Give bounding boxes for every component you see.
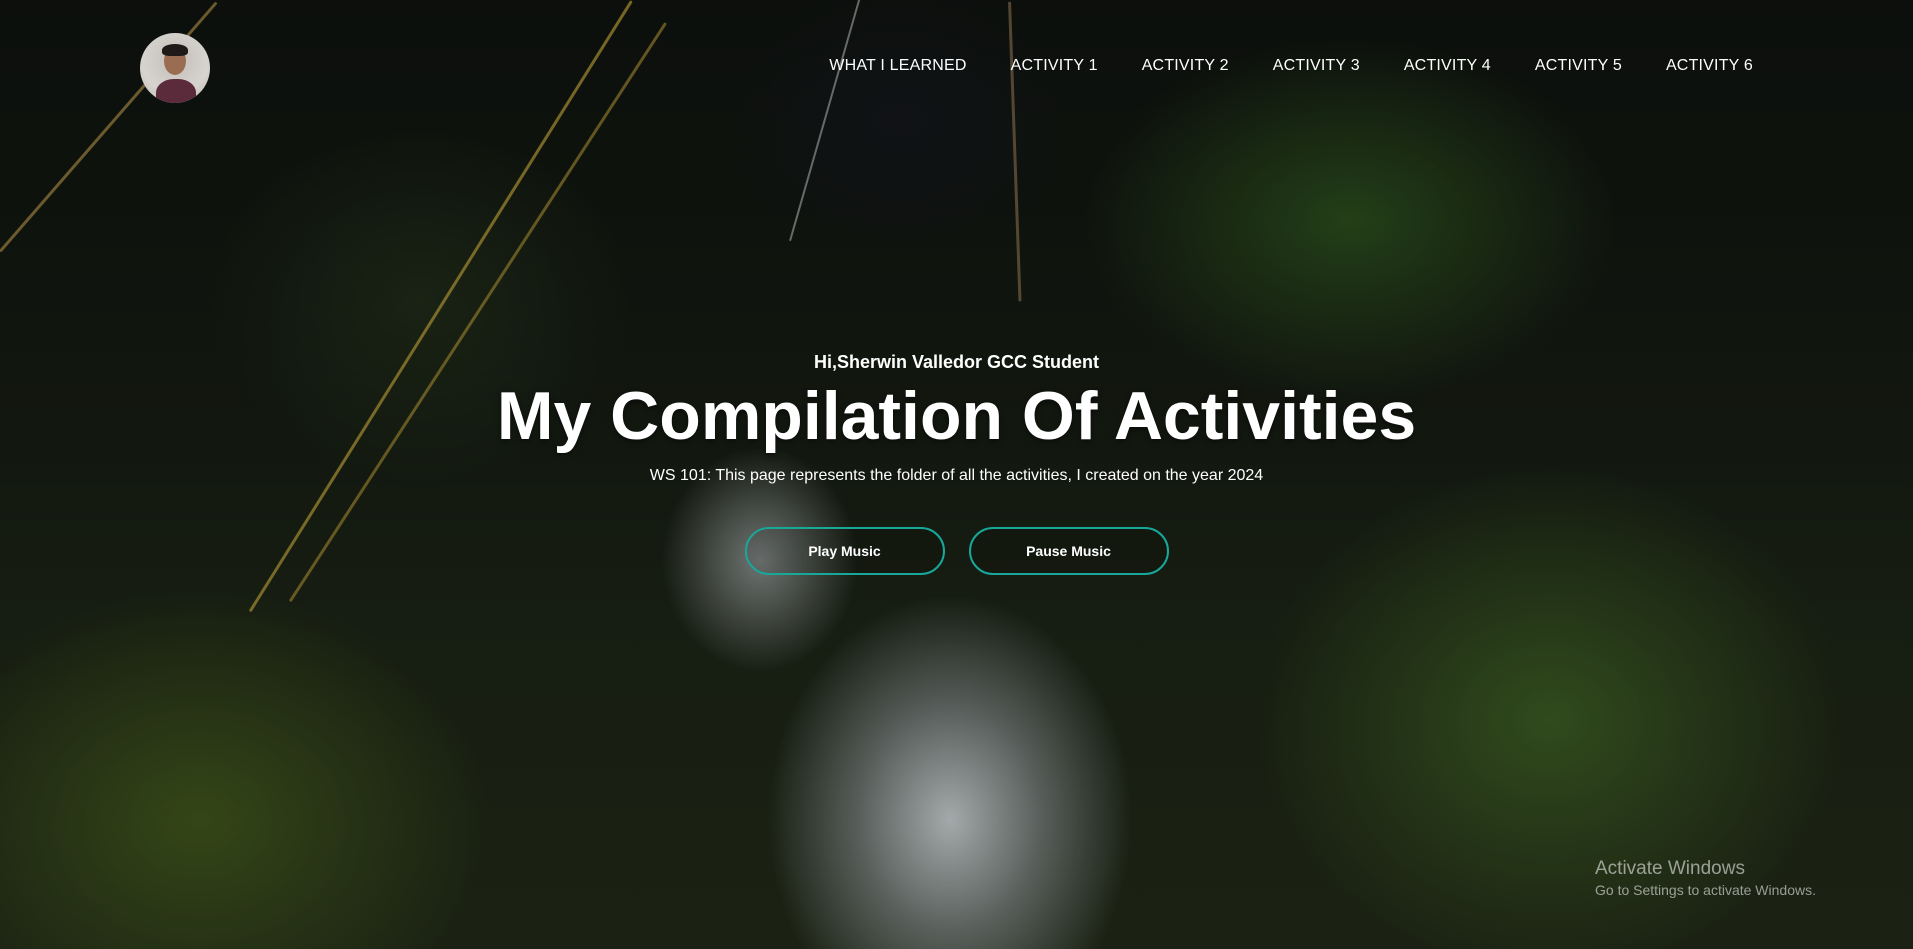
pause-music-button[interactable]: Pause Music <box>968 527 1169 575</box>
nav-activity-4[interactable]: ACTIVITY 4 <box>1404 57 1491 75</box>
nav-activity-1[interactable]: ACTIVITY 1 <box>1011 57 1098 75</box>
main-nav: WHAT I LEARNED ACTIVITY 1 ACTIVITY 2 ACT… <box>829 57 1753 75</box>
greeting-text: Hi,Sherwin Valledor GCC Student <box>813 352 1100 372</box>
nav-activity-3[interactable]: ACTIVITY 3 <box>1273 57 1360 75</box>
avatar-hair <box>162 44 188 56</box>
page-title: My Compilation Of Activities <box>496 378 1417 454</box>
avatar-shirt <box>156 79 196 103</box>
watermark-title: Activate Windows <box>1595 858 1745 879</box>
page-subtitle: WS 101: This page represents the folder … <box>649 467 1264 484</box>
nav-activity-2[interactable]: ACTIVITY 2 <box>1142 57 1229 75</box>
hero-section: Hi,Sherwin Valledor GCC Student My Compi… <box>0 350 1913 575</box>
windows-activation-watermark: Activate Windows Go to Settings to activ… <box>1595 858 1816 900</box>
watermark-subtitle: Go to Settings to activate Windows. <box>1595 882 1816 898</box>
nav-activity-6[interactable]: ACTIVITY 6 <box>1666 57 1753 75</box>
background-video: WHAT I LEARNED ACTIVITY 1 ACTIVITY 2 ACT… <box>0 0 1913 949</box>
play-music-button[interactable]: Play Music <box>744 527 945 575</box>
nav-activity-5[interactable]: ACTIVITY 5 <box>1535 57 1622 75</box>
avatar[interactable] <box>140 33 210 103</box>
music-controls: Play Music Pause Music <box>0 527 1913 575</box>
nav-what-i-learned[interactable]: WHAT I LEARNED <box>829 57 966 75</box>
